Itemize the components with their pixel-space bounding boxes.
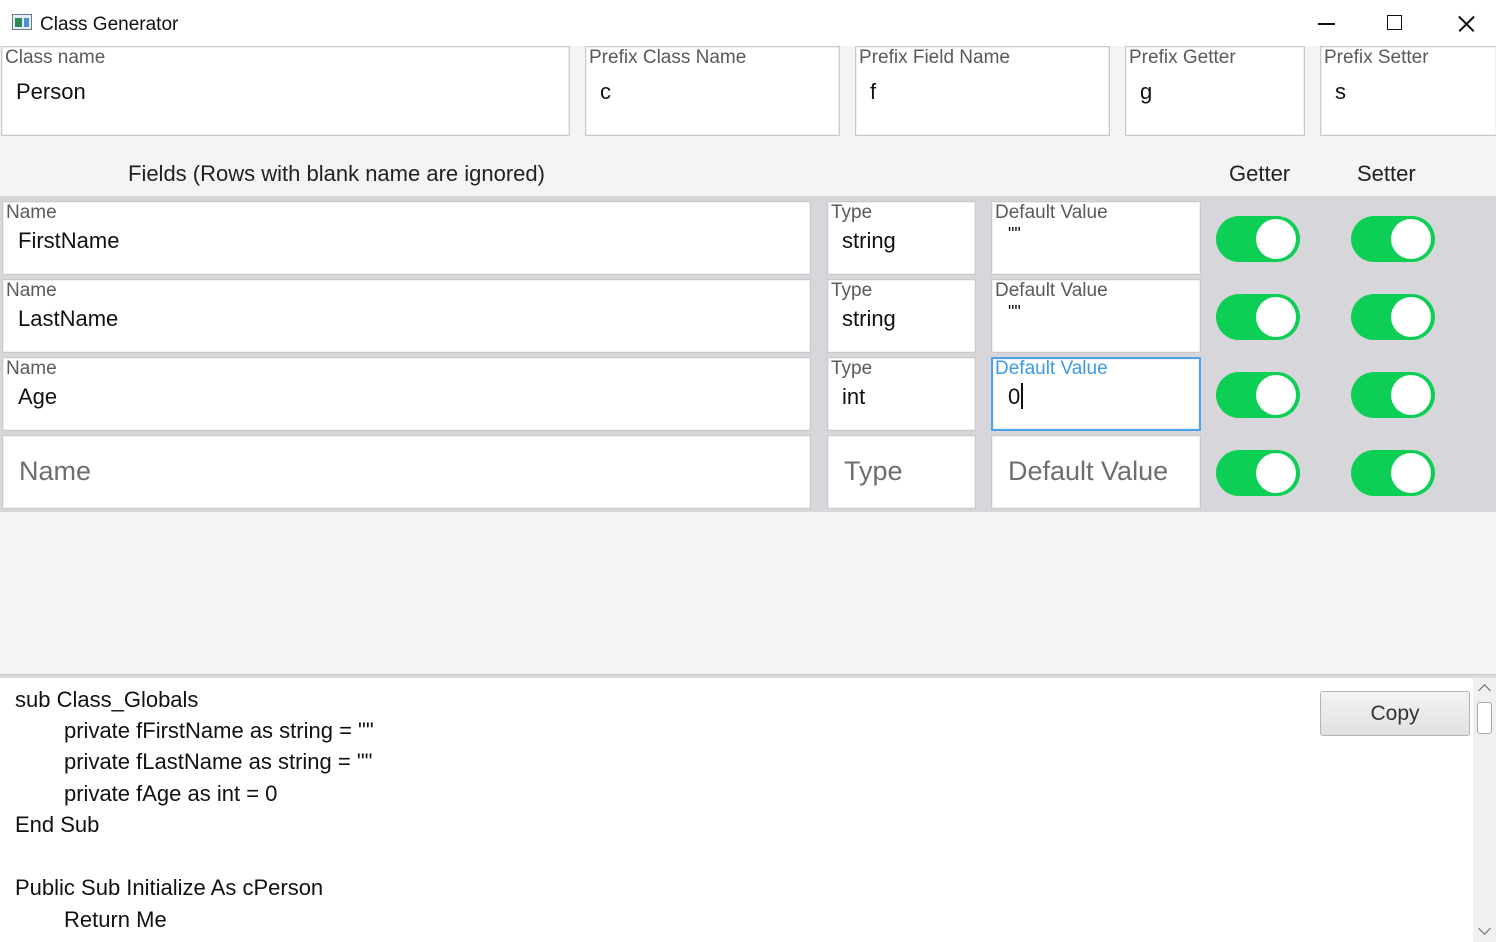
copy-button[interactable]: Copy [1320,691,1470,736]
minimize-button[interactable] [1292,0,1362,46]
field-name-value: LastName [18,306,119,331]
field-default-label: Default Value [995,358,1108,379]
getter-toggle[interactable] [1216,372,1300,418]
name-placeholder: Name [19,456,92,486]
prefix-setter-value: s [1335,79,1346,104]
class-name-value: Person [16,79,86,104]
prefix-field-name-field[interactable]: Prefix Field Name f [855,46,1110,136]
maximize-button[interactable] [1360,0,1430,46]
class-name-field[interactable]: Class name Person [1,46,570,136]
prefix-field-name-label: Prefix Field Name [859,47,1010,68]
text-caret [1021,383,1023,409]
code-output[interactable]: sub Class_Globals private fFirstName as … [0,678,1473,942]
field-default-label: Default Value [995,202,1108,223]
toggle-knob [1256,219,1296,259]
toggle-knob [1256,297,1296,337]
close-button[interactable] [1430,0,1496,46]
prefix-getter-label: Prefix Getter [1129,47,1236,68]
title-bar: Class Generator [0,0,1496,46]
field-name-label: Name [6,358,57,379]
field-type-input[interactable]: Type int [827,357,976,431]
fields-title: Fields (Rows with blank name are ignored… [128,161,545,186]
type-placeholder: Type [844,456,903,486]
field-name-value: Age [18,384,58,409]
setter-toggle[interactable] [1351,372,1435,418]
prefix-getter-field[interactable]: Prefix Getter g [1125,46,1305,136]
field-name-input[interactable]: Name Age [2,357,811,431]
app-icon [12,14,32,30]
toggle-knob [1391,375,1431,415]
field-default-text: 0 [1008,384,1021,409]
new-field-type-input[interactable]: Type [827,435,976,509]
field-type-value: string [842,306,896,331]
field-type-label: Type [831,358,873,379]
setter-toggle[interactable] [1351,450,1435,496]
scroll-up-icon[interactable] [1473,678,1496,698]
code-line: private fAge as int = 0 [64,781,278,806]
default-value-placeholder: Default Value [1008,456,1169,486]
setter-toggle[interactable] [1351,294,1435,340]
toggle-knob [1256,453,1296,493]
field-name-label: Name [6,280,57,301]
prefix-getter-value: g [1140,79,1153,104]
prefix-class-name-label: Prefix Class Name [589,47,747,68]
field-type-label: Type [831,280,873,301]
field-default-label: Default Value [995,280,1108,301]
field-name-input[interactable]: Name LastName [2,279,811,353]
field-name-label: Name [6,202,57,223]
new-field-default-input[interactable]: Default Value [991,435,1201,509]
scroll-thumb[interactable] [1477,702,1492,734]
code-line: Public Sub Initialize As cPerson [15,875,324,900]
field-name-value: FirstName [18,228,120,253]
toggle-knob [1391,453,1431,493]
getter-header: Getter [1229,161,1291,186]
code-line: private fFirstName as string = "" [64,718,374,743]
code-line: Return Me [64,907,167,932]
class-name-label: Class name [5,47,106,68]
field-default-value: 0 [1008,383,1023,410]
setter-header: Setter [1357,161,1416,186]
field-default-value: "" [1008,224,1021,244]
field-default-value: "" [1008,302,1021,322]
prefix-class-name-field[interactable]: Prefix Class Name c [585,46,840,136]
code-line: End Sub [15,812,100,837]
code-scrollbar[interactable] [1473,678,1496,942]
window-title: Class Generator [40,14,179,35]
code-line: private fLastName as string = "" [64,749,373,774]
field-default-input[interactable]: Default Value "" [991,201,1201,275]
field-type-value: string [842,228,896,253]
field-default-input-focused[interactable]: Default Value 0 [991,357,1201,431]
field-type-value: int [842,384,866,409]
toggle-knob [1256,375,1296,415]
prefix-setter-label: Prefix Setter [1324,47,1429,68]
field-type-label: Type [831,202,873,223]
prefix-setter-field[interactable]: Prefix Setter s [1320,46,1496,136]
toggle-knob [1391,219,1431,259]
prefix-field-name-value: f [870,79,877,104]
field-type-input[interactable]: Type string [827,279,976,353]
field-type-input[interactable]: Type string [827,201,976,275]
field-name-input[interactable]: Name FirstName [2,201,811,275]
scroll-down-icon[interactable] [1473,922,1496,942]
new-field-name-input[interactable]: Name [2,435,811,509]
getter-toggle[interactable] [1216,450,1300,496]
field-default-input[interactable]: Default Value "" [991,279,1201,353]
getter-toggle[interactable] [1216,294,1300,340]
getter-toggle[interactable] [1216,216,1300,262]
setter-toggle[interactable] [1351,216,1435,262]
code-line: sub Class_Globals [15,687,199,712]
prefix-class-name-value: c [600,79,611,104]
toggle-knob [1391,297,1431,337]
